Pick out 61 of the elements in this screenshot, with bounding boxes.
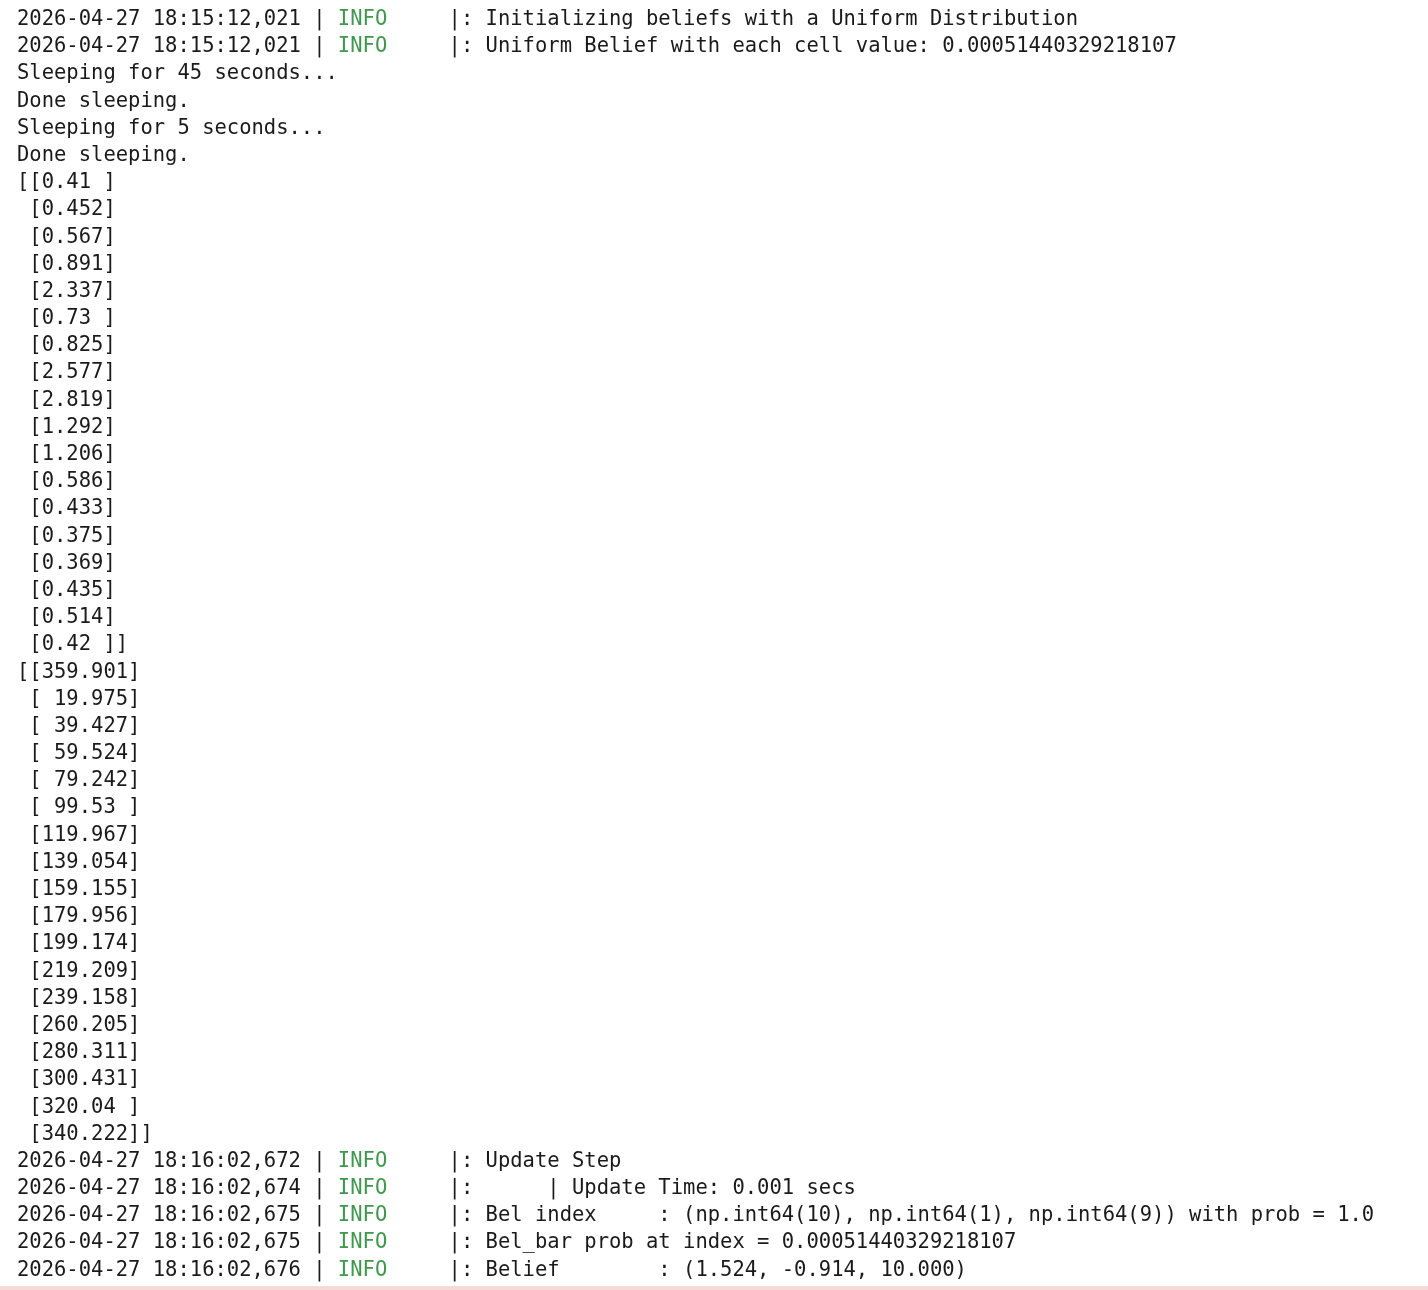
output-line: [0.825] (28, 331, 116, 359)
log-level: INFO (337, 1174, 389, 1202)
output-line: [0.452] (28, 195, 116, 223)
output-line: Sleeping for 5 seconds... (17, 113, 326, 141)
log-message: |: Uniform Belief with each cell value: 0.00051440329218107 (448, 32, 1177, 60)
output-line: [0.369] (28, 548, 116, 576)
output-line: [0.73 ] (28, 304, 116, 332)
log-message: |: Update Step (448, 1146, 622, 1175)
output-line: Done sleeping. (17, 86, 190, 114)
log-level: INFO (337, 1146, 389, 1174)
log-message: |: Bel_bar prob at index = 0.00051440329218107 (448, 1228, 1017, 1256)
output-line: [2.577] (28, 358, 116, 386)
log-timestamp: 2026-04-27 18:16:02,676 | (17, 1255, 326, 1283)
log-timestamp: 2026-04-27 18:16:02,675 | (17, 1201, 326, 1229)
output-line: [ 99.53 ] (28, 793, 141, 821)
output-line: [139.054] (28, 847, 141, 875)
log-timestamp: 2026-04-27 18:16:02,674 | (17, 1174, 326, 1202)
output-line: [ 59.524] (28, 739, 141, 767)
output-line: [1.206] (28, 440, 116, 467)
output-line: [2.337] (28, 276, 116, 304)
output-line: [2.819] (28, 385, 116, 413)
log-timestamp: 2026-04-27 18:15:12,021 | (17, 5, 326, 33)
output-line: [0.42 ]] (28, 630, 129, 658)
log-timestamp: 2026-04-27 18:16:02,675 | (17, 1228, 326, 1256)
output-line: [0.433] (28, 494, 116, 522)
log-level: INFO (337, 1255, 389, 1283)
log-level: INFO (337, 1201, 389, 1229)
output-line: [280.311] (28, 1038, 141, 1066)
log-level: INFO (337, 32, 389, 60)
log-message: |: Bel index : (np.int64(10), np.int64(1), np.int64(9)) with prob = 1.0 (448, 1201, 1375, 1229)
output-line: [119.967] (28, 820, 141, 848)
output-line: [[0.41 ] (17, 168, 116, 196)
output-line: [ 79.242] (28, 766, 141, 794)
output-line: [1.292] (28, 412, 116, 440)
output-line: [199.174] (28, 929, 141, 957)
output-line: [0.891] (28, 249, 116, 277)
output-line: [0.567] (28, 222, 116, 250)
output-line: [320.04 ] (28, 1092, 141, 1120)
output-line: [[359.901] (17, 657, 141, 685)
output-line: [340.222]] (28, 1119, 153, 1147)
output-line: [179.956] (28, 902, 141, 930)
output-line: [159.155] (28, 875, 141, 902)
output-line: [219.209] (28, 956, 141, 984)
output-line: [239.158] (28, 983, 141, 1011)
output-line: [ 39.427] (28, 711, 141, 739)
output-line: [0.435] (28, 575, 116, 603)
log-message: |: | Update Time: 0.001 secs (448, 1174, 856, 1202)
output-line: [0.586] (28, 467, 116, 495)
output-line: [0.514] (28, 603, 116, 631)
log-message: |: Initializing beliefs with a Uniform Distribution (448, 5, 1078, 33)
log-level: INFO (337, 5, 389, 32)
output-line: [260.205] (28, 1010, 141, 1038)
output-line: Done sleeping. (17, 140, 190, 168)
output-line: [ 19.975] (28, 684, 141, 712)
output-line: [0.375] (28, 521, 116, 549)
log-level: INFO (337, 1228, 389, 1256)
output-line: Sleeping for 45 seconds... (17, 59, 338, 87)
log-message: |: Belief : (1.524, -0.914, 10.000) (448, 1255, 967, 1283)
log-timestamp: 2026-04-27 18:16:02,672 | (17, 1146, 326, 1175)
log-timestamp: 2026-04-27 18:15:12,021 | (17, 32, 326, 60)
output-line: [300.431] (28, 1065, 141, 1093)
